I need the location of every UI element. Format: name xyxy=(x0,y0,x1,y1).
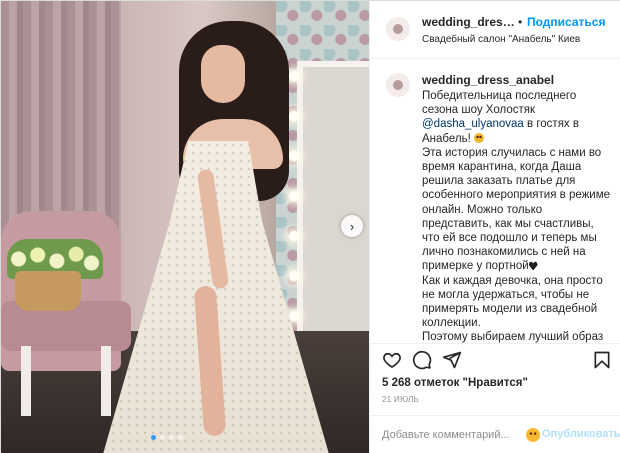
avatar[interactable] xyxy=(382,69,414,101)
post-side-panel: wedding_dress_ana • Подписаться Свадебны… xyxy=(369,1,620,453)
mirror-bulb xyxy=(289,111,299,121)
heart-icon[interactable] xyxy=(382,350,402,370)
mirror-bulb xyxy=(289,231,299,241)
comment-bar: Опубликовать xyxy=(370,415,620,453)
caption-text: Победительница последнего сезона шоу Хол… xyxy=(422,89,612,343)
caption-line: Победительница последнего сезона шоу Хол… xyxy=(422,90,577,117)
mirror-bulb xyxy=(289,271,299,281)
caption-line: Поэтому выбираем лучший образ Даши в наш… xyxy=(422,331,604,343)
mention-link[interactable]: @dasha_ulyanovaa xyxy=(422,118,524,130)
comment-icon[interactable] xyxy=(412,350,432,370)
bookmark-icon[interactable] xyxy=(592,350,612,370)
likes-count[interactable]: 5 268 отметок "Нравится" xyxy=(382,377,528,389)
mirror-bulb xyxy=(289,151,299,161)
carousel-dot[interactable] xyxy=(169,435,174,440)
mirror-bulb xyxy=(289,71,299,81)
mirror-bulb xyxy=(289,311,299,321)
location-link[interactable]: Свадебный салон "Анабель" Киев xyxy=(422,34,580,45)
instagram-post-window: › wedding_dress_ana • Подписаться Свадеб… xyxy=(0,0,620,453)
avatar[interactable] xyxy=(382,13,414,45)
chevron-right-icon: › xyxy=(349,218,355,234)
mirror xyxy=(297,61,369,361)
post-date[interactable]: 21 ИЮЛЬ xyxy=(382,395,419,404)
carousel-dots xyxy=(151,435,183,440)
follow-button[interactable]: Подписаться xyxy=(527,15,605,29)
carousel-dot[interactable] xyxy=(160,435,165,440)
caption-username[interactable]: wedding_dress_anabel xyxy=(422,73,554,87)
publish-button[interactable]: Опубликовать xyxy=(542,428,620,440)
caption-line: Как и каждая девочка, она просто не могл… xyxy=(422,274,603,330)
action-bar xyxy=(370,343,620,371)
flower-basket xyxy=(15,271,81,311)
carousel-next-button[interactable]: › xyxy=(341,215,363,237)
post-photo[interactable]: › xyxy=(1,1,369,453)
comment-input[interactable] xyxy=(382,425,532,445)
carousel-dot[interactable] xyxy=(178,435,183,440)
mirror-bulb xyxy=(289,191,299,201)
smiling-face-emoji-icon xyxy=(474,132,484,143)
header-username[interactable]: wedding_dress_ana xyxy=(422,15,518,29)
post-header: wedding_dress_ana • Подписаться Свадебны… xyxy=(370,1,620,59)
black-heart-emoji-icon xyxy=(528,261,538,271)
post-caption: wedding_dress_anabel Победительница посл… xyxy=(370,59,620,343)
share-icon[interactable] xyxy=(442,350,462,370)
armchair-leg xyxy=(101,346,111,416)
separator-dot: • xyxy=(518,15,523,29)
model-face xyxy=(201,45,245,103)
emoji-picker-icon[interactable] xyxy=(526,428,540,442)
caption-line: Эта история случилась с нами во время ка… xyxy=(422,146,611,273)
armchair-leg xyxy=(21,346,31,416)
carousel-dot[interactable] xyxy=(151,435,156,440)
